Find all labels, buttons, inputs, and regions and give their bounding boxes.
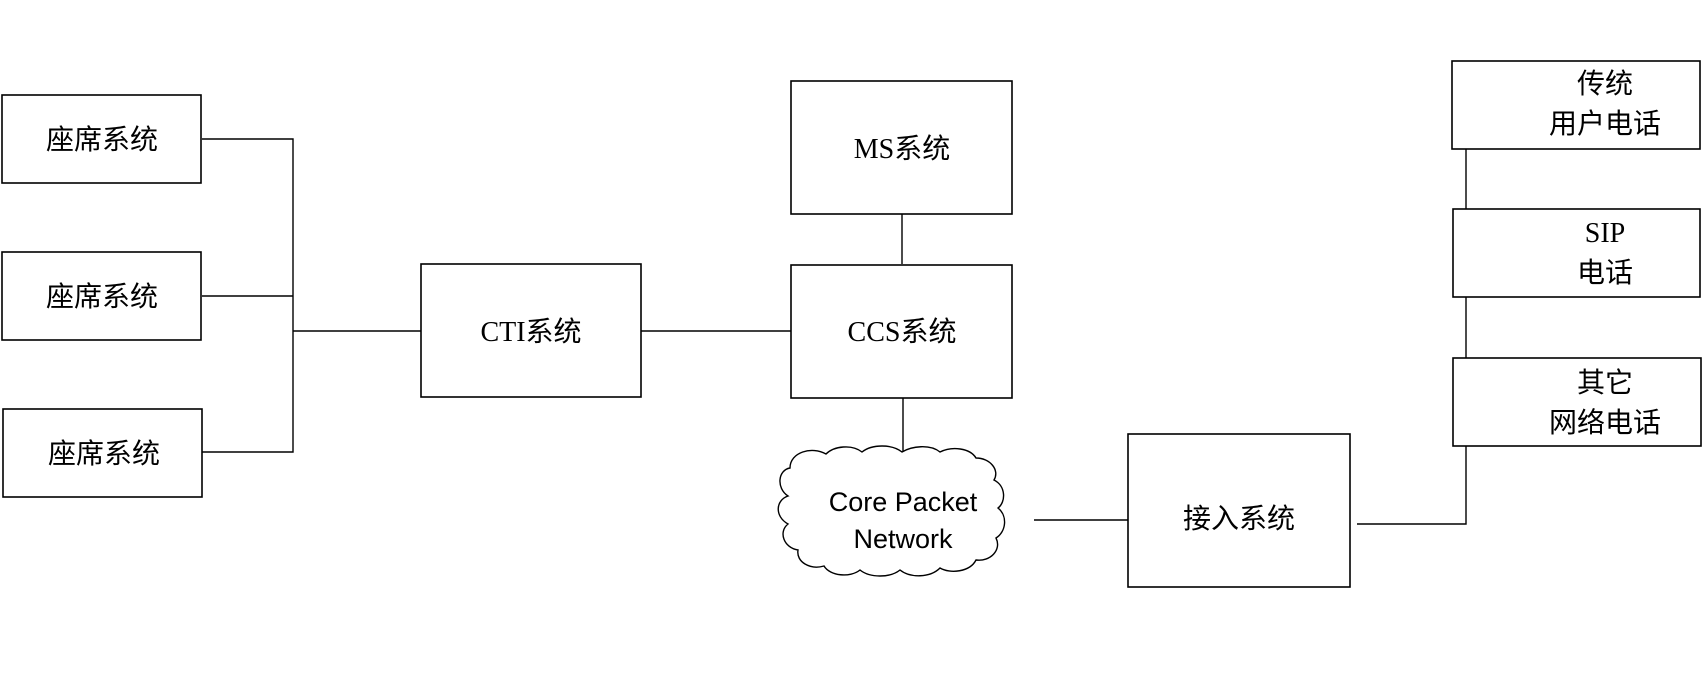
- node-agent-2: 座席系统: [1, 251, 202, 341]
- node-agent-3: 座席系统: [2, 408, 203, 498]
- cti-label: CTI系统: [480, 316, 581, 348]
- node-phone-sip: SIP 电话: [1452, 208, 1701, 298]
- node-access: 接入系统: [1127, 433, 1351, 588]
- node-phone-traditional: 传统 用户电话: [1451, 60, 1701, 150]
- node-cti: CTI系统: [420, 263, 642, 398]
- ccs-label: CCS系统: [848, 316, 957, 348]
- ms-label: MS系统: [854, 133, 950, 165]
- node-core-network: Core Packet Network: [777, 445, 1006, 577]
- system-architecture-diagram: 座席系统 座席系统 座席系统 CTI系统 MS系统 CCS系统 Core Pac…: [1, 60, 1702, 588]
- core-network-label-line2: Network: [853, 524, 953, 554]
- phone-traditional-label-line1: 传统: [1577, 68, 1633, 100]
- core-network-label-line1: Core Packet: [829, 487, 978, 517]
- phone-other-label-line2: 网络电话: [1549, 407, 1661, 439]
- phone-sip-label-line2: 电话: [1577, 257, 1633, 289]
- phone-sip-label-line1: SIP: [1585, 218, 1625, 249]
- agent-2-label: 座席系统: [46, 281, 158, 313]
- node-agent-1: 座席系统: [1, 94, 202, 184]
- agent-1-label: 座席系统: [46, 124, 158, 156]
- phone-traditional-label-line2: 用户电话: [1549, 108, 1661, 140]
- edge-access-phone-bus: [1357, 105, 1467, 525]
- node-phone-other: 其它 网络电话: [1452, 357, 1702, 447]
- agent-3-label: 座席系统: [48, 438, 160, 470]
- node-ccs: CCS系统: [790, 264, 1013, 399]
- node-ms: MS系统: [790, 80, 1013, 215]
- access-label: 接入系统: [1183, 503, 1295, 535]
- phone-other-label-line1: 其它: [1577, 367, 1633, 399]
